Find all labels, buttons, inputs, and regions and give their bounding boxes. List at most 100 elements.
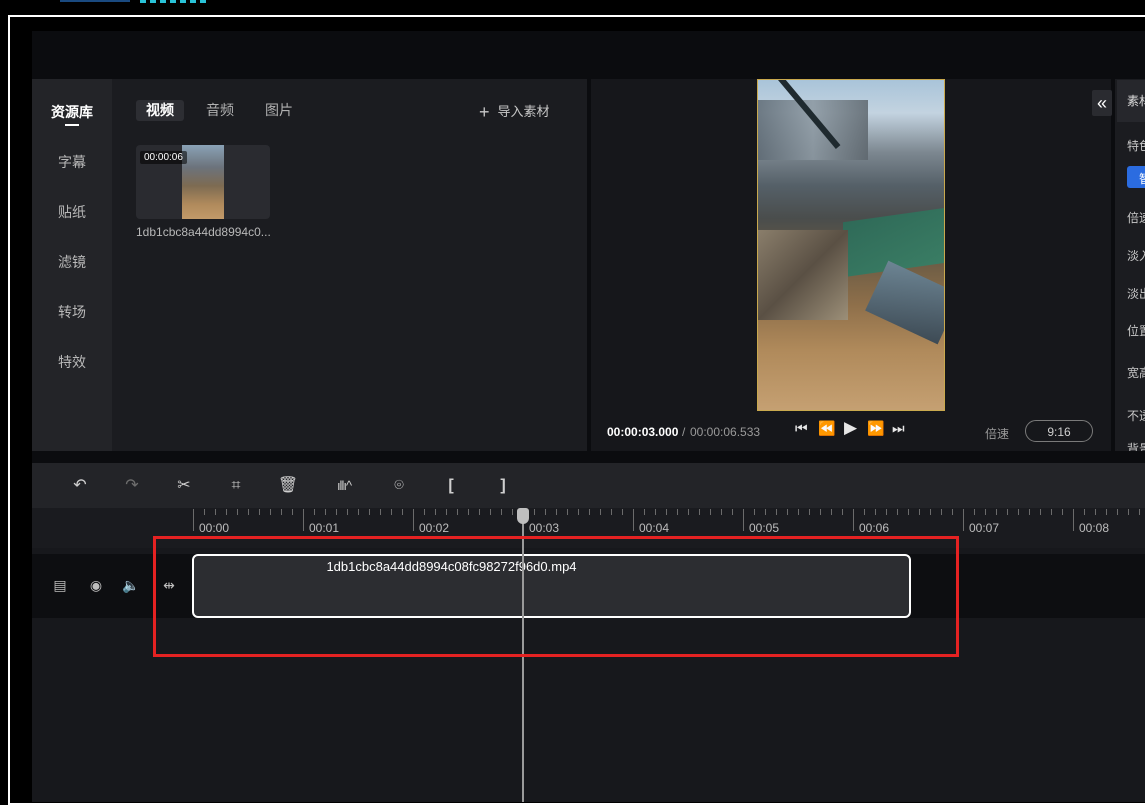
ruler-minor-tick: [985, 509, 986, 515]
video-preview[interactable]: [757, 79, 945, 411]
ruler-minor-tick: [424, 509, 425, 515]
ruler-minor-tick: [281, 509, 282, 515]
eye-icon[interactable]: ◉: [87, 577, 105, 594]
aspect-ratio-button[interactable]: 9:16: [1025, 420, 1093, 442]
volume-icon[interactable]: 🔈: [122, 577, 140, 594]
ruler-major-tick: [193, 509, 194, 531]
ruler-tick-label: 00:07: [969, 521, 1000, 535]
ruler-minor-tick: [996, 509, 997, 515]
ruler-minor-tick: [765, 509, 766, 515]
ruler-minor-tick: [435, 509, 436, 515]
crop-icon[interactable]: ⌗: [225, 475, 247, 497]
top-decoration: [60, 0, 130, 2]
ruler-minor-tick: [919, 509, 920, 515]
nav-item-library[interactable]: 资源库: [32, 102, 112, 122]
property-opacity: 不透: [1127, 409, 1145, 423]
import-media-button[interactable]: + 导入素材: [479, 101, 550, 123]
playhead-handle[interactable]: [517, 508, 529, 524]
mark-out-icon[interactable]: ]: [492, 475, 514, 497]
ruler-minor-tick: [677, 509, 678, 515]
ruler-minor-tick: [1040, 509, 1041, 515]
timeline-toolbar: [32, 463, 1145, 508]
tab-material[interactable]: 素材: [1117, 80, 1145, 122]
ruler-minor-tick: [1051, 509, 1052, 515]
ruler-minor-tick: [908, 509, 909, 515]
media-name: 1db1cbc8a44dd8994c0...: [136, 225, 271, 239]
redo-icon[interactable]: ↷: [121, 475, 143, 497]
nav-item-effects[interactable]: 特效: [32, 352, 112, 372]
plus-icon: +: [479, 102, 490, 122]
ruler-minor-tick: [600, 509, 601, 515]
mark-in-icon[interactable]: [: [440, 475, 462, 497]
ruler-minor-tick: [875, 509, 876, 515]
ruler-minor-tick: [369, 509, 370, 515]
undo-icon[interactable]: ↶: [69, 475, 91, 497]
ruler-tick-label: 00:04: [639, 521, 670, 535]
ruler-minor-tick: [710, 509, 711, 515]
speed-button[interactable]: 倍速: [985, 425, 1009, 442]
nav-item-filters[interactable]: 滤镜: [32, 252, 112, 272]
skip-start-icon[interactable]: ⏮: [795, 420, 808, 437]
ruler-minor-tick: [567, 509, 568, 515]
ruler-minor-tick: [666, 509, 667, 515]
ruler-minor-tick: [237, 509, 238, 515]
ruler-minor-tick: [545, 509, 546, 515]
film-icon[interactable]: ▤: [51, 577, 69, 594]
ruler-minor-tick: [798, 509, 799, 515]
smart-button-label: 智: [1139, 170, 1145, 187]
ruler-major-tick: [743, 509, 744, 531]
ruler-minor-tick: [1095, 509, 1096, 515]
collapse-panel-icon[interactable]: «: [1092, 90, 1112, 116]
ruler-minor-tick: [776, 509, 777, 515]
property-size: 宽高: [1127, 366, 1145, 380]
play-icon[interactable]: ▶: [844, 418, 857, 438]
tab-images[interactable]: 图片: [265, 100, 293, 121]
ruler-minor-tick: [512, 509, 513, 515]
property-fade-out: 淡出: [1127, 287, 1145, 301]
marker-icon[interactable]: ⌾: [388, 475, 410, 497]
ruler-minor-tick: [589, 509, 590, 515]
ruler-minor-tick: [1117, 509, 1118, 515]
ruler-minor-tick: [446, 509, 447, 515]
tab-audio[interactable]: 音频: [206, 100, 234, 121]
ruler-minor-tick: [1062, 509, 1063, 515]
ruler-major-tick: [303, 509, 304, 531]
total-time: 00:00:06.533: [690, 425, 761, 439]
delete-icon[interactable]: 🗑: [277, 475, 299, 497]
ruler-minor-tick: [952, 509, 953, 515]
fast-forward-icon[interactable]: ⏩: [867, 420, 884, 437]
ruler-minor-tick: [655, 509, 656, 515]
ruler-major-tick: [1073, 509, 1074, 531]
ruler-minor-tick: [886, 509, 887, 515]
ruler-minor-tick: [292, 509, 293, 515]
ruler-minor-tick: [644, 509, 645, 515]
ruler-minor-tick: [556, 509, 557, 515]
nav-item-subtitles[interactable]: 字幕: [32, 152, 112, 172]
ruler-minor-tick: [490, 509, 491, 515]
ruler-minor-tick: [1029, 509, 1030, 515]
skip-end-icon[interactable]: ⏭: [892, 420, 905, 437]
ruler-tick-label: 00:05: [749, 521, 780, 535]
property-background: 背景: [1127, 442, 1145, 451]
ruler-minor-tick: [864, 509, 865, 515]
ruler-minor-tick: [402, 509, 403, 515]
tab-video[interactable]: 视频: [136, 100, 184, 121]
top-decoration-stripes: [140, 0, 210, 3]
highlight-box: [153, 536, 959, 657]
cut-icon[interactable]: ✂: [173, 475, 195, 497]
ruler-minor-tick: [248, 509, 249, 515]
rewind-icon[interactable]: ⏪: [818, 420, 835, 437]
nav-item-stickers[interactable]: 贴纸: [32, 202, 112, 222]
ruler-minor-tick: [336, 509, 337, 515]
ruler-minor-tick: [1139, 509, 1140, 515]
ruler-minor-tick: [820, 509, 821, 515]
media-thumbnail[interactable]: [182, 145, 224, 219]
ruler-minor-tick: [1018, 509, 1019, 515]
media-duration: 00:00:06: [140, 151, 187, 164]
nav-item-transitions[interactable]: 转场: [32, 302, 112, 322]
ruler-minor-tick: [897, 509, 898, 515]
ruler-minor-tick: [699, 509, 700, 515]
audio-wave-icon[interactable]: ıllı^: [330, 475, 358, 497]
ruler-minor-tick: [479, 509, 480, 515]
ruler-minor-tick: [259, 509, 260, 515]
